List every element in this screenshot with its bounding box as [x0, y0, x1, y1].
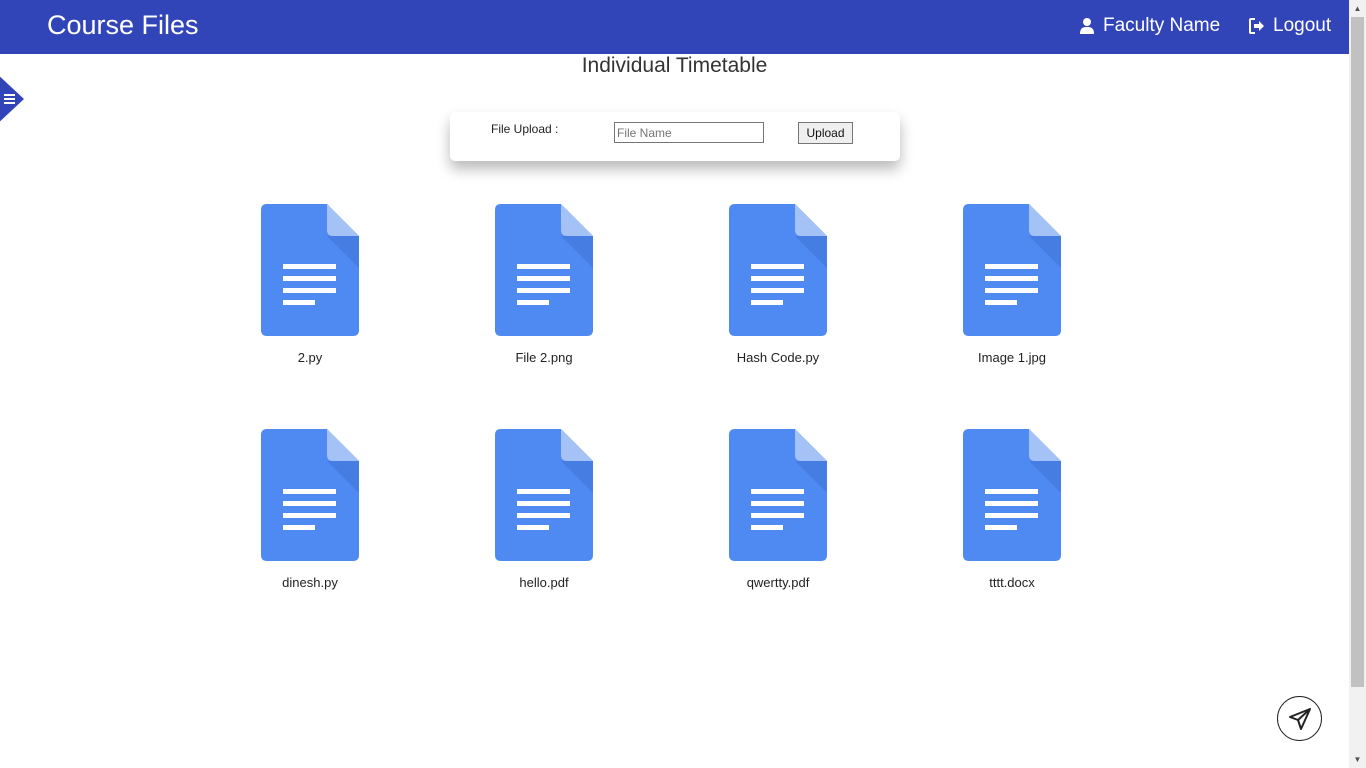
sign-out-icon: [1249, 18, 1264, 34]
file-name: File 2.png: [515, 350, 573, 365]
vertical-scrollbar[interactable]: ▲ ▼: [1349, 0, 1366, 768]
file-name: qwertty.pdf: [746, 575, 810, 590]
top-navbar: Course Files Faculty Name Logout: [0, 0, 1349, 54]
scroll-down-icon[interactable]: ▼: [1349, 751, 1366, 768]
sidebar-toggle-shape: [0, 76, 24, 122]
file-item[interactable]: qwertty.pdf: [688, 429, 868, 590]
logout-label: Logout: [1273, 15, 1332, 36]
document-icon: [261, 204, 359, 336]
document-icon: [261, 429, 359, 561]
file-name: Image 1.jpg: [978, 350, 1046, 365]
brand-title[interactable]: Course Files: [47, 9, 199, 41]
document-icon: [495, 429, 593, 561]
file-upload-card: File Upload : Upload: [450, 112, 900, 161]
file-item[interactable]: Hash Code.py: [688, 204, 868, 365]
document-icon: [729, 204, 827, 336]
file-name-input[interactable]: [614, 122, 764, 143]
faculty-name-link[interactable]: Faculty Name: [1078, 14, 1220, 38]
file-name: tttt.docx: [989, 575, 1035, 590]
file-item[interactable]: File 2.png: [454, 204, 634, 365]
file-item[interactable]: Image 1.jpg: [922, 204, 1102, 365]
faculty-name-label: Faculty Name: [1103, 15, 1221, 36]
file-item[interactable]: hello.pdf: [454, 429, 634, 590]
page-title: Individual Timetable: [581, 54, 768, 77]
upload-button[interactable]: Upload: [798, 122, 853, 144]
user-icon: [1080, 18, 1094, 34]
document-icon: [963, 429, 1061, 561]
send-button[interactable]: [1277, 696, 1322, 741]
file-item[interactable]: 2.py: [220, 204, 400, 365]
file-upload-label: File Upload :: [491, 122, 559, 136]
scroll-thumb[interactable]: [1351, 17, 1364, 687]
page: Course Files Faculty Name Logout Individ…: [0, 0, 1366, 768]
hamburger-icon: [4, 94, 15, 104]
file-item[interactable]: tttt.docx: [922, 429, 1102, 590]
paper-plane-icon: [1289, 708, 1311, 730]
document-icon: [963, 204, 1061, 336]
file-item[interactable]: dinesh.py: [220, 429, 400, 590]
scroll-up-icon[interactable]: ▲: [1349, 0, 1366, 17]
logout-link[interactable]: Logout: [1248, 14, 1331, 38]
file-name: 2.py: [297, 350, 323, 365]
file-name: dinesh.py: [282, 575, 338, 590]
file-name: Hash Code.py: [736, 350, 820, 365]
document-icon: [495, 204, 593, 336]
document-icon: [729, 429, 827, 561]
sidebar-toggle-button[interactable]: [0, 71, 24, 127]
file-name: hello.pdf: [519, 575, 569, 590]
